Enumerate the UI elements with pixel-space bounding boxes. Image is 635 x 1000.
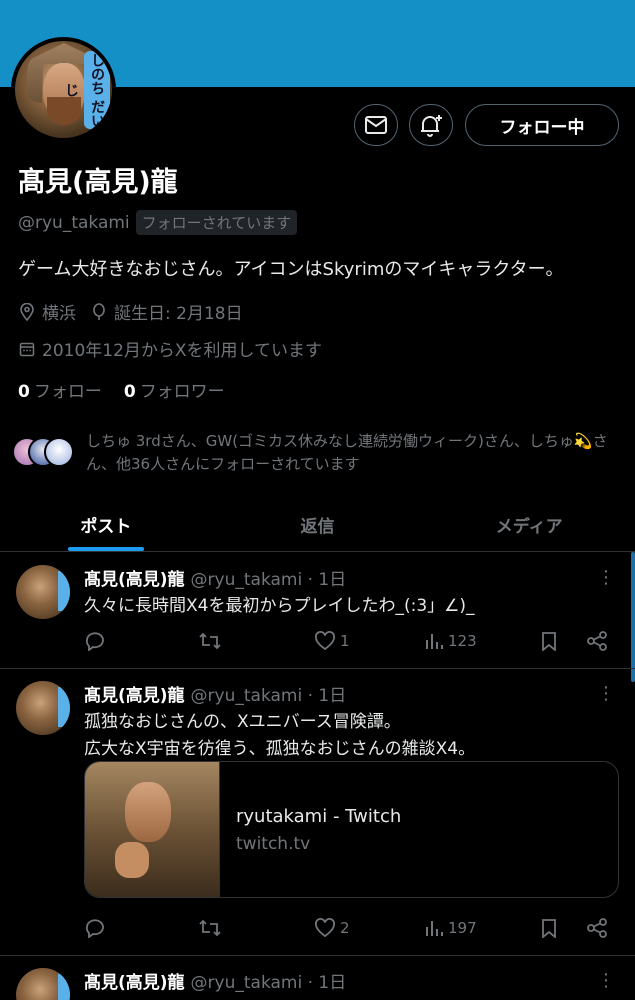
post-author[interactable]: 髙見(高見)龍 xyxy=(84,968,185,993)
profile-location: 横浜 xyxy=(42,304,76,324)
tab-replies[interactable]: 返信 xyxy=(212,497,424,551)
heart-icon xyxy=(315,631,335,651)
share-button[interactable] xyxy=(586,918,608,938)
follows-you-badge: フォローされています xyxy=(135,210,298,235)
profile-birthday: 誕生日: 2月18日 xyxy=(114,304,243,324)
views-button[interactable]: 123 xyxy=(424,631,477,651)
avatar-sticker: しのち だいじ xyxy=(63,51,110,129)
repost-button[interactable] xyxy=(198,918,222,938)
message-button[interactable] xyxy=(354,104,398,146)
post-avatar[interactable] xyxy=(16,968,70,1000)
reply-icon xyxy=(85,632,104,651)
share-icon xyxy=(587,918,607,938)
more-icon[interactable]: ⋮ xyxy=(597,567,615,588)
link-card-domain: twitch.tv xyxy=(236,834,311,854)
like-count: 1 xyxy=(340,632,350,650)
profile-tabs: ポスト 返信 メディア xyxy=(0,497,635,552)
notify-button[interactable] xyxy=(409,104,453,146)
bookmark-icon xyxy=(542,919,556,938)
profile-joined: 2010年12月からXを利用しています xyxy=(42,341,323,361)
profile-bio: ゲーム大好きなおじさん。アイコンはSkyrimのマイキャラクター。 xyxy=(18,259,564,280)
profile-handle: @ryu_takami xyxy=(18,212,130,233)
more-icon[interactable]: ⋮ xyxy=(597,683,615,704)
repost-icon xyxy=(199,919,221,937)
tab-posts[interactable]: ポスト xyxy=(0,497,212,551)
like-button[interactable]: 1 xyxy=(314,631,350,651)
post-avatar[interactable] xyxy=(16,565,70,619)
known-followers-avatars xyxy=(12,434,78,470)
known-followers[interactable]: しちゅ 3rdさん、GW(ゴミカス休みなし連続労働ウィーク)さん、しちゅ💫さん、… xyxy=(12,430,624,476)
calendar-icon xyxy=(18,340,36,358)
bookmark-button[interactable] xyxy=(540,631,558,651)
post[interactable]: 髙見(高見)龍 @ryu_takami · 1日 ⋮ xyxy=(0,956,635,1000)
repost-icon xyxy=(199,632,221,650)
location-icon xyxy=(18,302,36,321)
reply-icon xyxy=(85,919,104,938)
views-icon xyxy=(426,921,443,936)
share-icon xyxy=(587,631,607,651)
bookmark-icon xyxy=(542,632,556,651)
like-count: 2 xyxy=(340,919,350,937)
post-meta: @ryu_takami · 1日 xyxy=(190,973,347,993)
post-author[interactable]: 髙見(高見)龍 xyxy=(84,565,185,590)
post-avatar[interactable] xyxy=(16,681,70,735)
mail-icon xyxy=(365,116,387,134)
profile-avatar[interactable]: しのち だいじ xyxy=(11,37,116,142)
more-icon[interactable]: ⋮ xyxy=(597,970,615,991)
post-meta: @ryu_takami · 1日 xyxy=(190,570,347,590)
profile-name: 髙見(高見)龍 xyxy=(18,167,178,198)
views-button[interactable]: 197 xyxy=(424,918,477,938)
post[interactable]: 髙見(高見)龍 @ryu_takami · 1日 ⋮ 孤独なおじさんの、Xユニバ… xyxy=(0,669,635,956)
view-count: 197 xyxy=(448,919,477,937)
following-button[interactable]: フォロー中 xyxy=(465,104,619,146)
link-card-title: ryutakami - Twitch xyxy=(236,806,402,827)
repost-button[interactable] xyxy=(198,631,222,651)
balloon-icon xyxy=(90,302,108,321)
tab-media[interactable]: メディア xyxy=(423,497,635,551)
bookmark-button[interactable] xyxy=(540,918,558,938)
post[interactable]: 髙見(高見)龍 @ryu_takami · 1日 ⋮ 久々に長時間X4を最初から… xyxy=(0,553,635,669)
heart-icon xyxy=(315,918,335,938)
followers-stat[interactable]: 0 フォロワー xyxy=(124,377,225,402)
share-button[interactable] xyxy=(586,631,608,651)
following-stat[interactable]: 0 フォロー xyxy=(18,377,102,402)
post-author[interactable]: 髙見(高見)龍 xyxy=(84,681,185,706)
view-count: 123 xyxy=(448,632,477,650)
reply-button[interactable] xyxy=(84,918,106,938)
post-text: 孤独なおじさんの、Xユニバース冒険譚。 広大なX宇宙を彷徨う、孤独なおじさんの雑… xyxy=(84,712,476,759)
link-card-thumbnail xyxy=(85,762,220,897)
post-text: 久々に長時間X4を最初からプレイしたわ_(:3」∠)_ xyxy=(84,596,475,616)
link-card[interactable]: ryutakami - Twitch twitch.tv xyxy=(84,761,619,898)
views-icon xyxy=(426,634,443,649)
like-button[interactable]: 2 xyxy=(314,918,350,938)
bell-plus-icon xyxy=(421,115,442,137)
reply-button[interactable] xyxy=(84,631,106,651)
post-meta: @ryu_takami · 1日 xyxy=(190,686,347,706)
known-followers-text: しちゅ 3rdさん、GW(ゴミカス休みなし連続労働ウィーク)さん、しちゅ💫さん、… xyxy=(86,432,608,473)
